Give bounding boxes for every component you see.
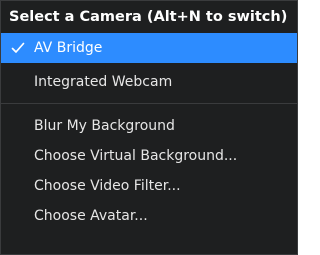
- menu-separator: [1, 103, 297, 104]
- checkmark-icon: [1, 42, 34, 54]
- blur-background-item[interactable]: Blur My Background: [1, 111, 297, 141]
- menu-item-label: Blur My Background: [34, 118, 175, 134]
- camera-item-integrated-webcam[interactable]: Integrated Webcam: [1, 67, 297, 97]
- choose-video-filter-item[interactable]: Choose Video Filter...: [1, 171, 297, 201]
- camera-context-menu: Select a Camera (Alt+N to switch) AV Bri…: [0, 0, 298, 255]
- camera-item-label: Integrated Webcam: [34, 74, 173, 90]
- menu-item-label: Choose Avatar...: [34, 208, 148, 224]
- camera-item-label: AV Bridge: [34, 40, 103, 56]
- menu-header: Select a Camera (Alt+N to switch): [9, 9, 288, 25]
- menu-item-label: Choose Virtual Background...: [34, 148, 238, 164]
- menu-item-label: Choose Video Filter...: [34, 178, 181, 194]
- choose-avatar-item[interactable]: Choose Avatar...: [1, 201, 297, 231]
- camera-item-av-bridge[interactable]: AV Bridge: [1, 33, 297, 63]
- choose-virtual-background-item[interactable]: Choose Virtual Background...: [1, 141, 297, 171]
